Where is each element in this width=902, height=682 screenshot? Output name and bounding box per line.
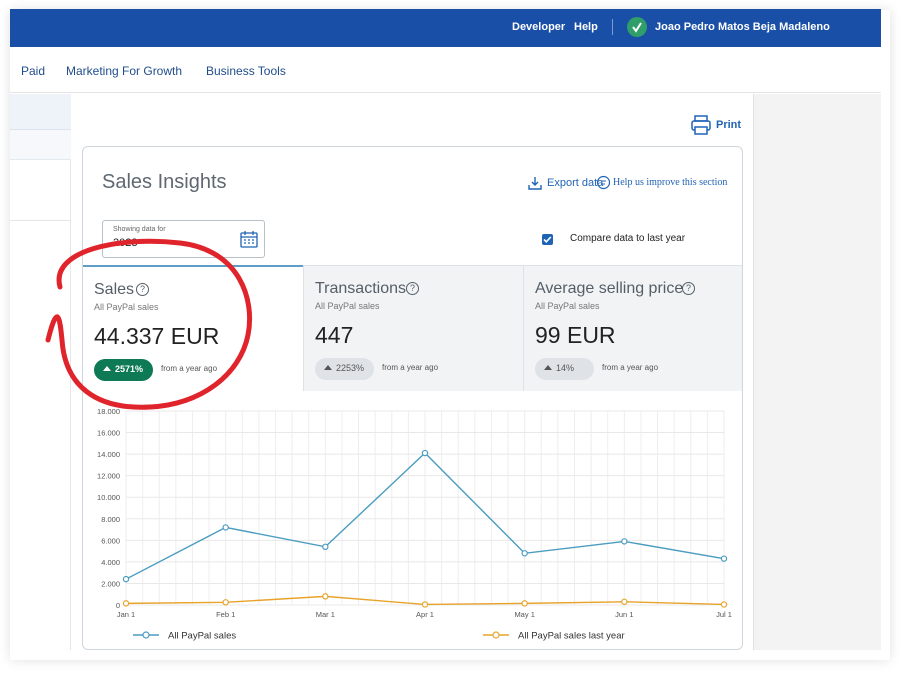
- data-point: [621, 598, 628, 605]
- tab-sales-subtitle: All PayPal sales: [94, 302, 159, 312]
- arrow-up-icon: [103, 366, 111, 371]
- compare-label: Compare data to last year: [570, 233, 686, 244]
- tab-average-selling-price-name: Average selling price: [535, 280, 684, 297]
- date-picker-caption: Showing data for: [113, 226, 166, 233]
- y-tick-label: 4.000: [101, 558, 120, 567]
- tab-average-selling-price-value: 99 EUR: [535, 322, 616, 348]
- arrow-up-icon: [544, 365, 552, 370]
- x-tick-label: May 1: [514, 610, 534, 619]
- legend-label: All PayPal sales last year: [518, 631, 625, 642]
- export-data-label: Export data: [547, 177, 604, 189]
- tab-transactions-name: Transactions: [315, 280, 406, 297]
- info-icon[interactable]: ?: [136, 283, 149, 296]
- y-tick-label: 18.000: [97, 407, 120, 416]
- data-point: [720, 601, 728, 608]
- data-point: [621, 538, 628, 545]
- x-tick-label: Apr 1: [416, 610, 434, 619]
- comparison-note: from a year ago: [161, 364, 218, 373]
- info-icon[interactable]: ?: [406, 282, 419, 295]
- tab-average-selling-price-subtitle: All PayPal sales: [535, 301, 600, 311]
- comparison-note: from a year ago: [382, 363, 439, 372]
- tab-sales[interactable]: Sales ? All PayPal sales 44.337 EUR 2571…: [83, 265, 303, 391]
- data-point: [222, 524, 229, 531]
- checkmark-icon: [543, 236, 552, 243]
- nav-marketing-for-growth[interactable]: Marketing For Growth: [66, 64, 182, 78]
- sidebar-item-active[interactable]: [10, 94, 71, 130]
- x-tick-label: Mar 1: [316, 610, 335, 619]
- legend-marker: [492, 631, 500, 639]
- top-navigation-bar: Developer Help Joao Pedro Matos Beja Mad…: [10, 9, 881, 47]
- y-tick-label: 8.000: [101, 515, 120, 524]
- info-icon[interactable]: ?: [682, 282, 695, 295]
- sales-line-chart: 0 2.000 4.000 6.000 8.000 10.000 12.000 14.000 1…: [97, 407, 732, 642]
- x-tick-label: Jun 1: [615, 610, 633, 619]
- developer-link[interactable]: Developer: [512, 21, 565, 33]
- tab-transactions-subtitle: All PayPal sales: [315, 301, 380, 311]
- tab-average-selling-price[interactable]: Average selling price ? All PayPal sales…: [523, 265, 742, 391]
- card-title: Sales Insights: [102, 171, 227, 193]
- help-link[interactable]: Help: [574, 21, 598, 33]
- y-tick-label: 16.000: [97, 429, 120, 438]
- help-improve-link[interactable]: Help us improve this section: [596, 175, 727, 193]
- data-point: [421, 449, 429, 457]
- nav-business-tools[interactable]: Business Tools: [206, 64, 286, 78]
- print-button[interactable]: Print: [690, 114, 741, 139]
- legend-label: All PayPal sales: [168, 631, 236, 642]
- calendar-icon[interactable]: [240, 230, 258, 253]
- y-tick-label: 2.000: [101, 579, 120, 588]
- compare-checkbox[interactable]: [542, 234, 553, 245]
- x-tick-label: Feb 1: [216, 610, 235, 619]
- y-tick-label: 14.000: [97, 450, 120, 459]
- data-point: [122, 600, 130, 607]
- export-icon: [528, 177, 542, 190]
- nav-divider: [612, 19, 613, 35]
- y-tick-label: 0: [116, 601, 120, 610]
- change-badge: 14%: [535, 358, 594, 380]
- y-tick-label: 12.000: [97, 472, 120, 481]
- tab-transactions-value: 447: [315, 322, 354, 348]
- data-point: [521, 600, 528, 607]
- user-avatar-icon[interactable]: [627, 17, 647, 37]
- data-point: [122, 575, 130, 583]
- right-panel: [753, 94, 881, 650]
- export-data-button[interactable]: Export data: [527, 175, 603, 194]
- x-tick-label: Jan 1: [117, 610, 135, 619]
- y-tick-label: 10.000: [97, 493, 120, 502]
- feedback-icon: [596, 175, 611, 190]
- date-picker-value: 2023: [113, 237, 138, 249]
- change-badge: 2253%: [315, 358, 374, 380]
- legend-marker: [142, 631, 150, 639]
- comparison-note: from a year ago: [602, 363, 659, 372]
- help-improve-label: Help us improve this section: [613, 177, 728, 188]
- data-point: [322, 593, 329, 600]
- nav-paid[interactable]: Paid: [21, 64, 45, 78]
- sidebar-item[interactable]: [10, 130, 71, 160]
- data-point: [322, 543, 329, 550]
- data-point: [421, 601, 429, 608]
- tab-sales-name: Sales: [94, 281, 135, 298]
- x-tick-label: Jul 1: [716, 610, 732, 619]
- date-picker[interactable]: Showing data for 2023: [102, 220, 265, 258]
- data-point: [521, 550, 528, 557]
- sidebar-divider: [10, 220, 71, 221]
- data-point: [222, 599, 229, 606]
- tab-sales-value: 44.337 EUR: [94, 323, 220, 349]
- data-point: [720, 555, 728, 562]
- left-sidebar: [10, 94, 71, 650]
- change-badge: 2571%: [94, 359, 153, 381]
- printer-icon: [691, 115, 711, 135]
- y-tick-label: 6.000: [101, 536, 120, 545]
- print-label: Print: [716, 119, 742, 131]
- arrow-up-icon: [324, 365, 332, 370]
- secondary-navigation: Paid Marketing For Growth Business Tools: [10, 47, 881, 93]
- tab-transactions[interactable]: Transactions ? All PayPal sales 447 2253…: [303, 265, 523, 391]
- user-name[interactable]: Joao Pedro Matos Beja Madaleno: [655, 21, 830, 33]
